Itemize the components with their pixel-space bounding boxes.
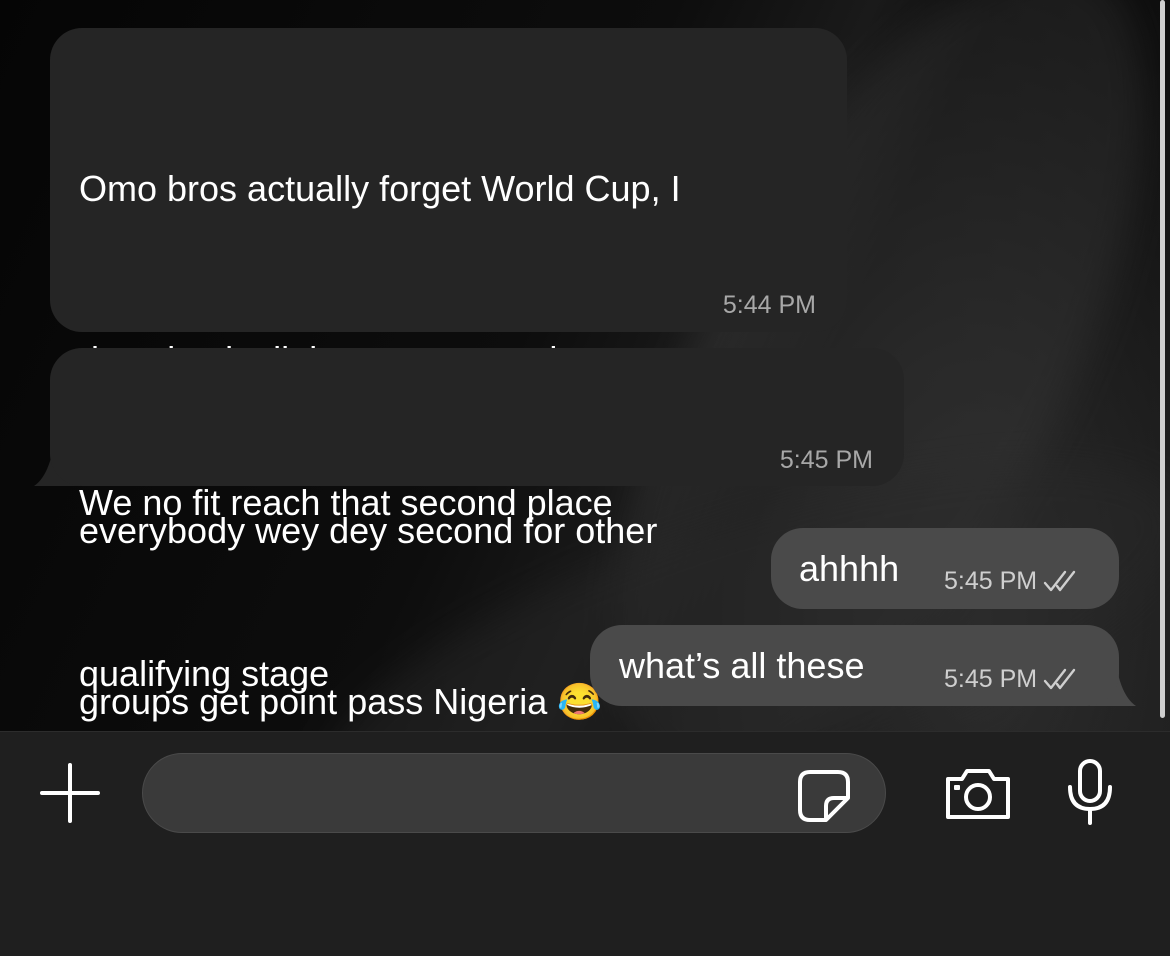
composer-bar bbox=[0, 731, 1170, 956]
message-line: Omo bros actually forget World Cup, I bbox=[79, 168, 681, 209]
microphone-icon[interactable] bbox=[1062, 757, 1118, 827]
message-timestamp: 5:44 PM bbox=[722, 291, 816, 319]
double-check-icon bbox=[1043, 570, 1076, 592]
sticker-icon[interactable] bbox=[796, 768, 852, 824]
message-list[interactable]: Omo bros actually forget World Cup, I do… bbox=[0, 0, 1170, 731]
chat-screen: Omo bros actually forget World Cup, I do… bbox=[0, 0, 1170, 956]
message-line: qualifying stage bbox=[79, 653, 330, 694]
message-text: ahhhh bbox=[799, 548, 900, 589]
message-text: what’s all these bbox=[619, 645, 865, 686]
message-timestamp-text: 5:45 PM bbox=[944, 567, 1038, 595]
double-check-icon bbox=[1043, 668, 1076, 690]
scrollbar[interactable] bbox=[1160, 0, 1165, 718]
message-bubble-outgoing[interactable]: what’s all these 5:45 PM bbox=[590, 625, 1119, 706]
message-timestamp: 5:45 PM bbox=[944, 566, 1077, 596]
plus-icon[interactable] bbox=[38, 761, 102, 825]
message-timestamp-text: 5:45 PM bbox=[944, 665, 1038, 693]
message-text: We no fit reach that second place qualif… bbox=[79, 360, 613, 731]
message-input[interactable] bbox=[142, 753, 886, 833]
message-timestamp: 5:45 PM bbox=[779, 446, 873, 474]
message-bubble-incoming[interactable]: We no fit reach that second place qualif… bbox=[50, 348, 904, 694]
message-bubble-outgoing[interactable]: ahhhh 5:45 PM bbox=[771, 528, 1119, 609]
message-timestamp: 5:45 PM bbox=[944, 664, 1077, 694]
camera-icon[interactable] bbox=[942, 765, 1014, 823]
message-bubble-incoming[interactable]: Omo bros actually forget World Cup, I do… bbox=[50, 28, 847, 722]
message-line: We no fit reach that second place bbox=[79, 482, 613, 523]
